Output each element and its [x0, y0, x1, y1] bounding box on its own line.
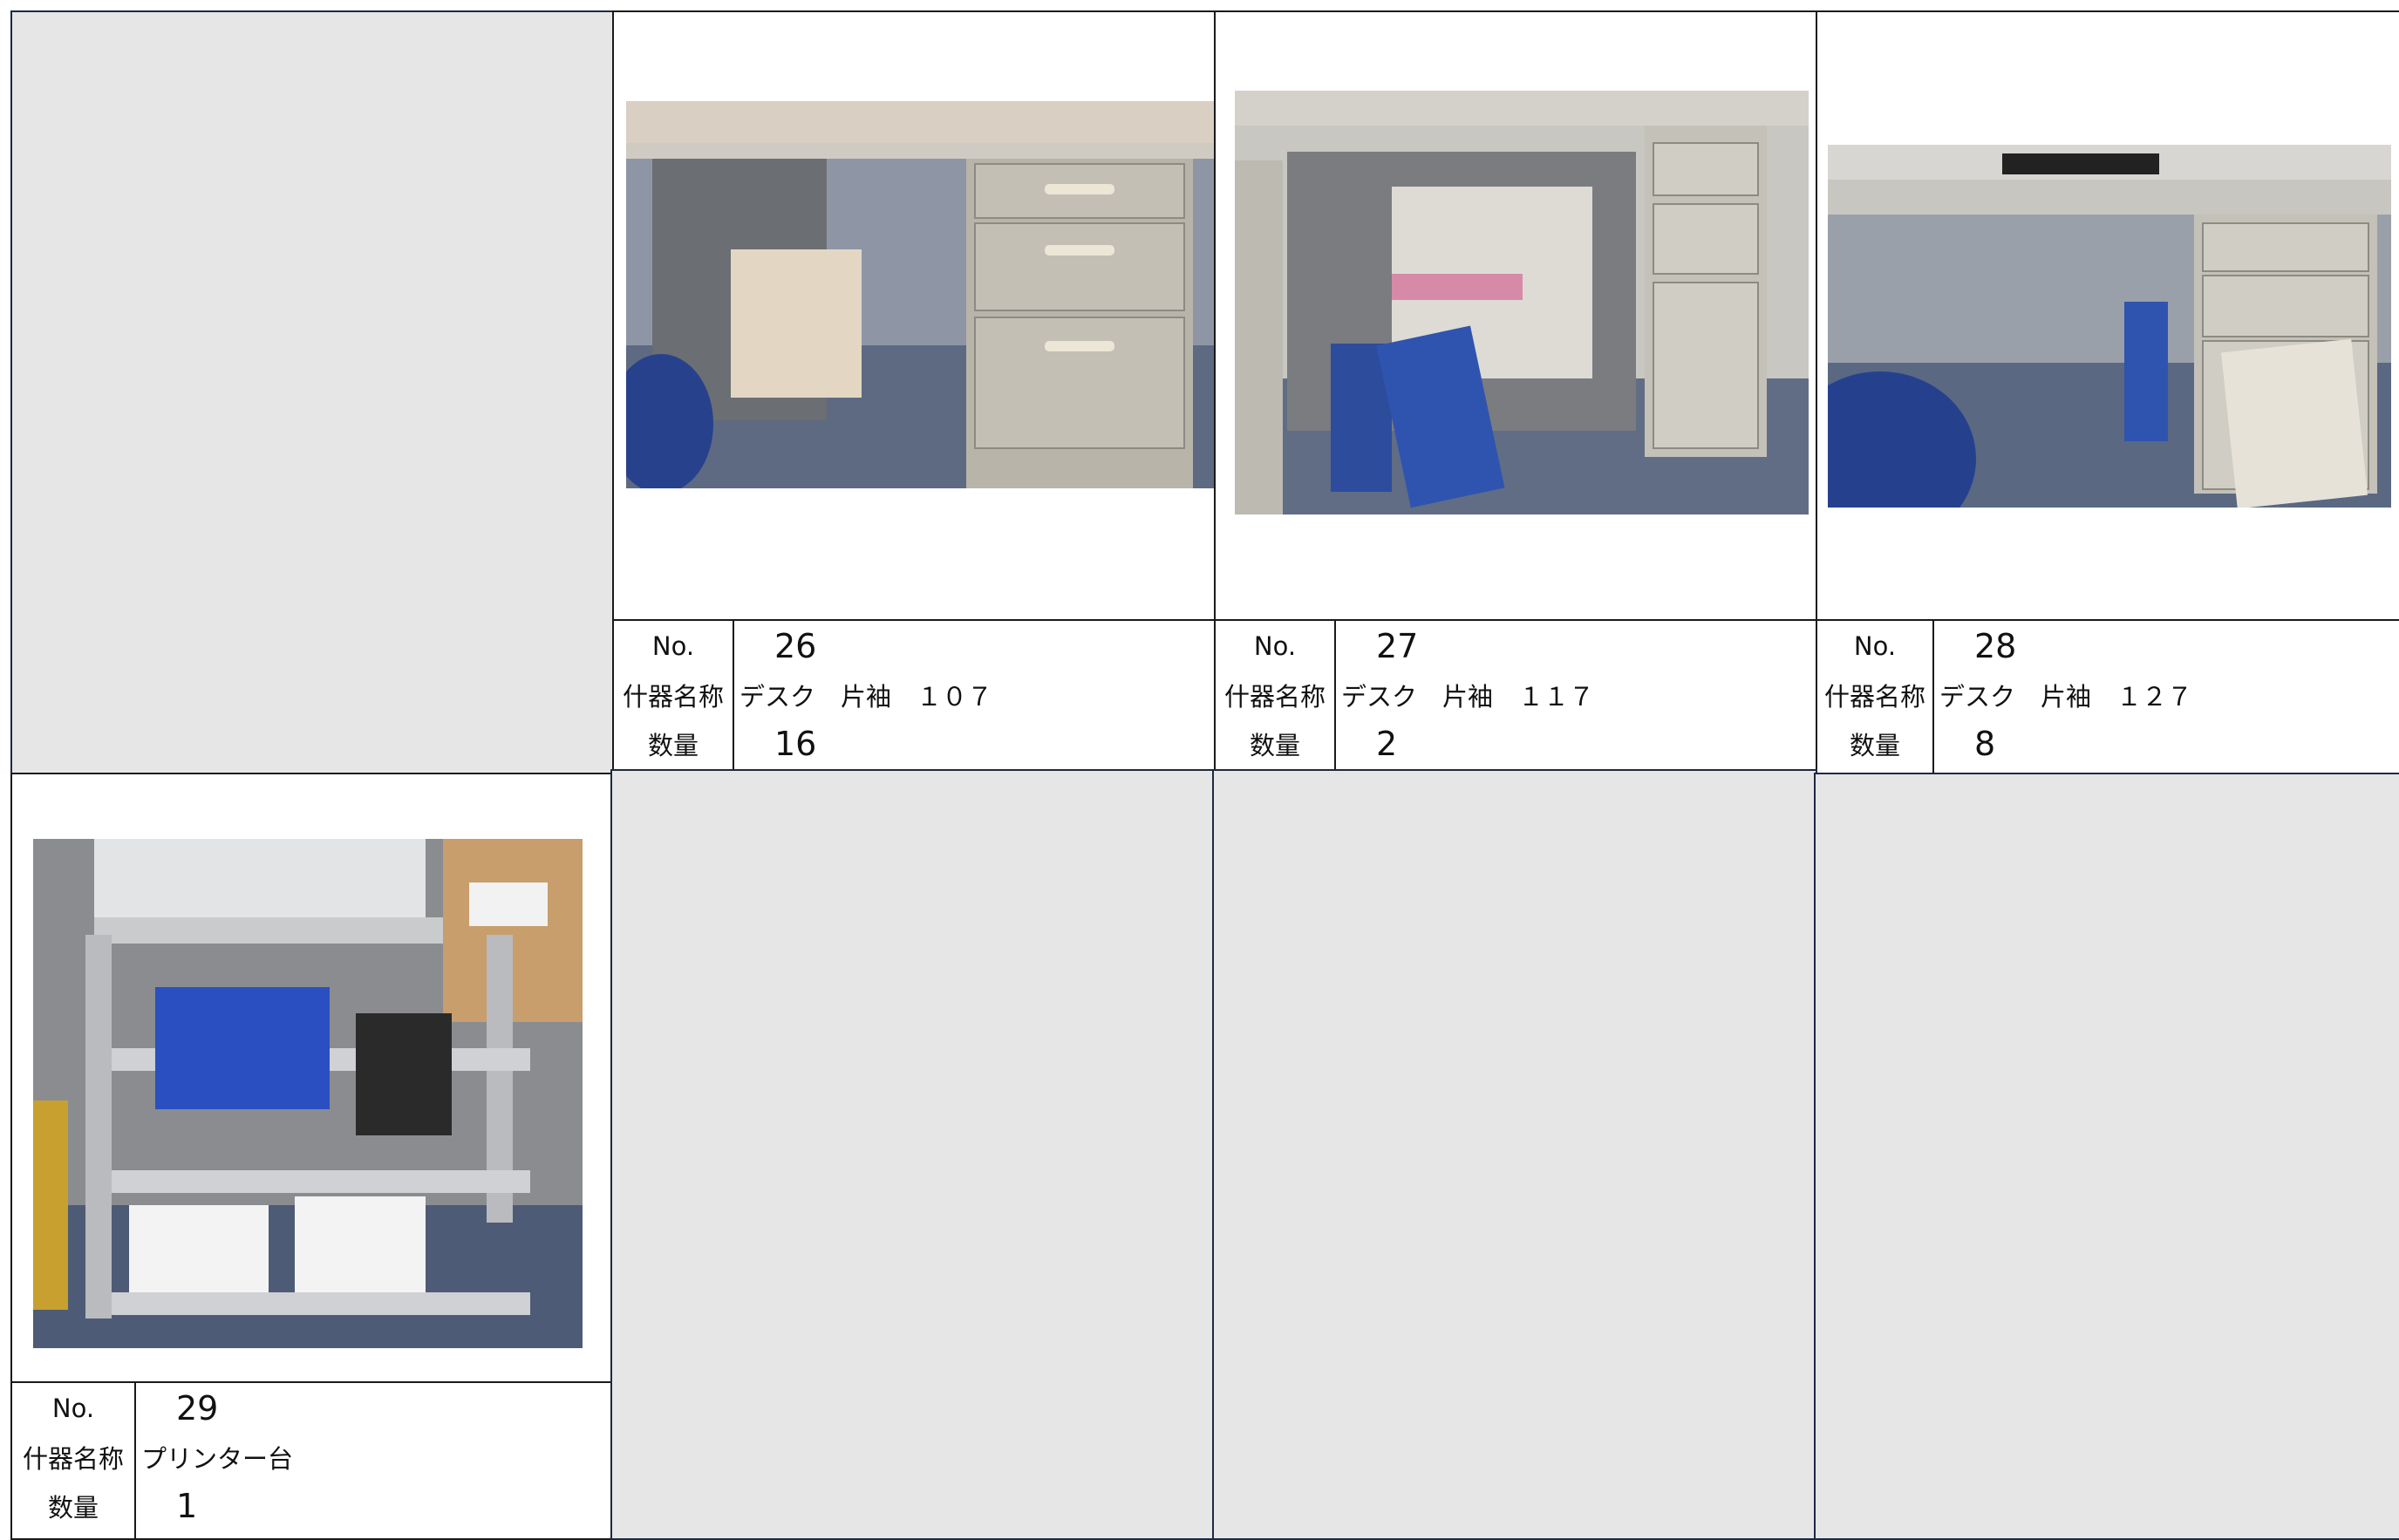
name-value: デスク 片袖 １０７	[739, 682, 993, 712]
row-name: 什器名称 デスク 片袖 １１７	[1216, 670, 1816, 720]
qty-value: 16	[774, 725, 817, 763]
no-label: No.	[1853, 631, 1897, 661]
item-info-table: No. 29 什器名称 プリンター台 数量 1	[12, 1381, 612, 1538]
qty-value: 2	[1376, 725, 1398, 763]
item-card-29: No. 29 什器名称 プリンター台 数量 1	[10, 773, 614, 1540]
row-qty: 数量 16	[614, 719, 1214, 769]
no-value: 27	[1376, 627, 1419, 665]
row-qty: 数量 2	[1216, 719, 1816, 769]
item-info-table: No. 28 什器名称 デスク 片袖 １２７ 数量 8	[1817, 619, 2399, 773]
name-value: デスク 片袖 １２７	[1939, 682, 2193, 712]
row-name: 什器名称 デスク 片袖 １２７	[1817, 670, 2399, 720]
name-value: プリンター台	[141, 1444, 294, 1474]
name-label: 什器名称	[1223, 682, 1326, 712]
row-no: No. 29	[12, 1383, 612, 1434]
qty-label: 数量	[647, 731, 699, 760]
item-card-26: No. 26 什器名称 デスク 片袖 １０７ 数量 16	[612, 10, 1216, 771]
no-label: No.	[51, 1393, 95, 1423]
no-label: No.	[1253, 631, 1297, 661]
no-label: No.	[651, 631, 695, 661]
row-no: No. 26	[614, 621, 1214, 671]
row-qty: 数量 1	[12, 1481, 612, 1531]
qty-label: 数量	[1249, 731, 1300, 760]
no-value: 28	[1974, 627, 2017, 665]
item-info-table: No. 26 什器名称 デスク 片袖 １０７ 数量 16	[614, 619, 1214, 769]
empty-cell-r2c4	[1814, 773, 2399, 1540]
name-label: 什器名称	[22, 1444, 124, 1474]
empty-cell-r1c1	[10, 10, 614, 774]
name-value: デスク 片袖 １１７	[1341, 682, 1595, 712]
row-name: 什器名称 デスク 片袖 １０７	[614, 670, 1214, 720]
qty-value: 1	[176, 1487, 198, 1525]
name-label: 什器名称	[1823, 682, 1925, 712]
qty-label: 数量	[1849, 731, 1900, 760]
qty-value: 8	[1974, 725, 1996, 763]
item-info-table: No. 27 什器名称 デスク 片袖 １１７ 数量 2	[1216, 619, 1816, 769]
desk-photo	[1828, 145, 2391, 508]
empty-cell-r2c3	[1212, 769, 1817, 1540]
printer-stand-photo	[33, 839, 583, 1348]
no-value: 26	[774, 627, 817, 665]
name-label: 什器名称	[622, 682, 724, 712]
qty-label: 数量	[47, 1493, 99, 1523]
row-name: 什器名称 プリンター台	[12, 1432, 612, 1482]
item-card-27: No. 27 什器名称 デスク 片袖 １１７ 数量 2	[1214, 10, 1817, 771]
item-card-28: No. 28 什器名称 デスク 片袖 １２７ 数量 8	[1816, 10, 2399, 774]
desk-photo	[1235, 91, 1809, 514]
no-value: 29	[176, 1389, 219, 1428]
desk-photo	[626, 101, 1214, 488]
row-no: No. 28	[1817, 621, 2399, 671]
empty-cell-r2c2	[610, 769, 1216, 1540]
row-no: No. 27	[1216, 621, 1816, 671]
row-qty: 数量 8	[1817, 719, 2399, 769]
